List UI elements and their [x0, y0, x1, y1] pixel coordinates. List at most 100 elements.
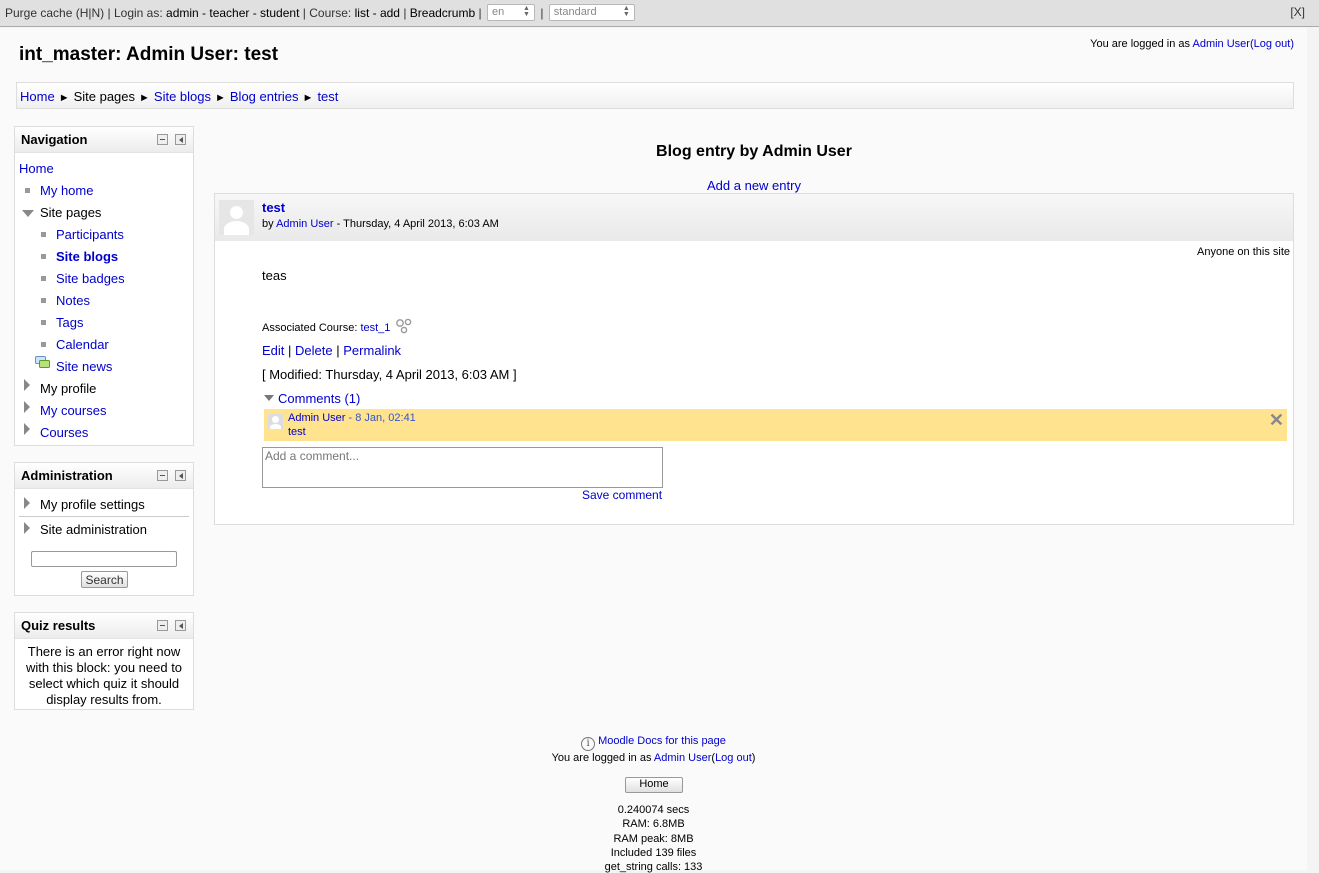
- forum-icon: [35, 356, 50, 369]
- page: int_master: Admin User: test You are log…: [0, 28, 1307, 873]
- minimize-block-icon[interactable]: [157, 134, 168, 145]
- blog-post-subject[interactable]: test: [262, 200, 285, 215]
- post-visibility: Anyone on this site: [1197, 246, 1290, 258]
- separator: |: [403, 6, 407, 20]
- expanded-arrow-icon[interactable]: [22, 210, 34, 217]
- breadcrumb-separator: ►: [58, 92, 70, 104]
- nav-tags[interactable]: Tags: [56, 315, 83, 330]
- minimize-block-icon[interactable]: [157, 470, 168, 481]
- language-select[interactable]: en ▲ ▼: [486, 3, 535, 21]
- blog-post-byline: by Admin User - Thursday, 4 April 2013, …: [262, 218, 499, 230]
- bullet-icon: [25, 188, 30, 193]
- course-label: Course:: [309, 6, 352, 20]
- minimize-block-icon[interactable]: [157, 620, 168, 631]
- close-devbar-button[interactable]: [X]: [1290, 5, 1305, 19]
- dock-block-icon[interactable]: [175, 134, 186, 145]
- comment-text: test: [288, 426, 306, 438]
- byline-by: by: [262, 218, 274, 230]
- breadcrumb-site-pages: Site pages: [73, 89, 136, 104]
- language-select-value: en: [491, 5, 505, 18]
- breadcrumb-home[interactable]: Home: [20, 89, 55, 104]
- breadcrumb-blog-entries[interactable]: Blog entries: [230, 89, 299, 104]
- blog-heading: Blog entry by Admin User: [656, 143, 852, 160]
- post-date: - Thursday, 4 April 2013, 6:03 AM: [336, 218, 499, 230]
- add-new-entry-link[interactable]: Add a new entry: [214, 178, 1294, 193]
- collapsed-arrow-icon[interactable]: [24, 497, 30, 509]
- collapsed-arrow-icon[interactable]: [24, 379, 30, 391]
- separator: |: [540, 6, 544, 20]
- footer-user-link[interactable]: Admin User: [654, 752, 711, 764]
- breadcrumb-toggle-link[interactable]: Breadcrumb: [410, 6, 475, 20]
- save-comment-link[interactable]: Save comment: [582, 488, 662, 502]
- dock-block-icon[interactable]: [175, 620, 186, 631]
- nav-participants[interactable]: Participants: [56, 227, 124, 242]
- logout-link[interactable]: (Log out): [1250, 38, 1294, 50]
- page-title: int_master: Admin User: test: [19, 44, 279, 65]
- nav-notes[interactable]: Notes: [56, 293, 90, 308]
- collapsed-arrow-icon[interactable]: [24, 423, 30, 435]
- comment-author-link[interactable]: Admin User: [288, 412, 345, 424]
- bullet-icon: [41, 232, 46, 237]
- admin-site-administration[interactable]: Site administration: [40, 522, 147, 537]
- nav-my-profile[interactable]: My profile: [40, 381, 96, 396]
- login-as-roles-links[interactable]: admin - teacher - student: [166, 6, 299, 20]
- purge-cache-link[interactable]: Purge cache (H|N): [5, 6, 104, 20]
- add-comment-textarea[interactable]: Add a comment...: [262, 447, 663, 488]
- nav-my-home[interactable]: My home: [40, 183, 93, 198]
- footer-logout-link[interactable]: Log out: [715, 752, 752, 764]
- delete-link[interactable]: Delete: [295, 343, 333, 358]
- associated-course: Associated Course: test_1: [262, 322, 390, 334]
- breadcrumb-separator: ►: [215, 92, 226, 104]
- nav-home[interactable]: Home: [19, 161, 54, 176]
- comment-time: - 8 Jan, 02:41: [348, 412, 416, 424]
- collapsed-arrow-icon[interactable]: [24, 522, 30, 534]
- bullet-icon: [41, 254, 46, 259]
- delete-comment-icon[interactable]: ✕: [1269, 411, 1284, 429]
- blog-post-header: test by Admin User - Thursday, 4 April 2…: [215, 194, 1293, 241]
- nav-site-badges[interactable]: Site badges: [56, 271, 125, 286]
- course-list-add-links[interactable]: list - add: [355, 6, 400, 20]
- user-profile-link[interactable]: Admin User: [1193, 38, 1250, 50]
- footer-login-info: You are logged in as Admin User(Log out): [551, 752, 756, 764]
- separator: |: [478, 6, 482, 20]
- dock-block-icon[interactable]: [175, 470, 186, 481]
- comment-avatar: [268, 414, 283, 429]
- quiz-results-block: Quiz results There is an error right now…: [14, 612, 194, 710]
- breadcrumb-site-blogs[interactable]: Site blogs: [154, 89, 211, 104]
- author-link[interactable]: Admin User: [276, 218, 333, 230]
- theme-select[interactable]: standard ▲ ▼: [548, 3, 635, 21]
- nav-calendar[interactable]: Calendar: [56, 337, 109, 352]
- nav-my-courses[interactable]: My courses: [40, 403, 106, 418]
- perf-included-files: Included 139 files: [610, 847, 697, 859]
- comments-expanded-icon[interactable]: [264, 395, 274, 401]
- nav-site-pages[interactable]: Site pages: [40, 205, 101, 220]
- nav-site-blogs[interactable]: Site blogs: [56, 249, 118, 264]
- moodle-docs-line: i Moodle Docs for this page: [0, 735, 1307, 751]
- perf-time: 0.240074 secs: [617, 804, 690, 816]
- associated-course-link[interactable]: test_1: [360, 322, 390, 334]
- navigation-block: Navigation Home My home Site pages Parti…: [14, 126, 194, 446]
- collapsed-arrow-icon[interactable]: [24, 401, 30, 413]
- permalink-link[interactable]: Permalink: [343, 343, 401, 358]
- admin-my-profile-settings[interactable]: My profile settings: [40, 497, 145, 512]
- footer-home-button[interactable]: Home: [625, 777, 683, 793]
- bullet-icon: [41, 276, 46, 281]
- administration-block-header: Administration: [15, 463, 193, 489]
- comment-meta: Admin User - 8 Jan, 02:41: [288, 412, 416, 424]
- breadcrumb-test[interactable]: test: [317, 89, 338, 104]
- select-arrows-icon: ▲ ▼: [622, 4, 630, 18]
- breadcrumb-separator: ►: [139, 92, 150, 104]
- edit-link[interactable]: Edit: [262, 343, 284, 358]
- comments-toggle[interactable]: Comments (1): [278, 391, 360, 406]
- nav-courses[interactable]: Courses: [40, 425, 88, 440]
- bullet-icon: [41, 298, 46, 303]
- quiz-results-block-header: Quiz results: [15, 613, 193, 639]
- admin-search-button[interactable]: Search: [81, 571, 128, 588]
- author-avatar[interactable]: [219, 200, 254, 235]
- nav-site-news[interactable]: Site news: [56, 359, 112, 374]
- moodle-docs-link[interactable]: Moodle Docs for this page: [598, 735, 726, 747]
- separator: |: [288, 343, 292, 358]
- login-info-prefix: You are logged in as: [1090, 38, 1191, 50]
- breadcrumb: Home ► Site pages ► Site blogs ► Blog entries ►…: [16, 82, 1294, 109]
- admin-search-input[interactable]: [31, 551, 177, 567]
